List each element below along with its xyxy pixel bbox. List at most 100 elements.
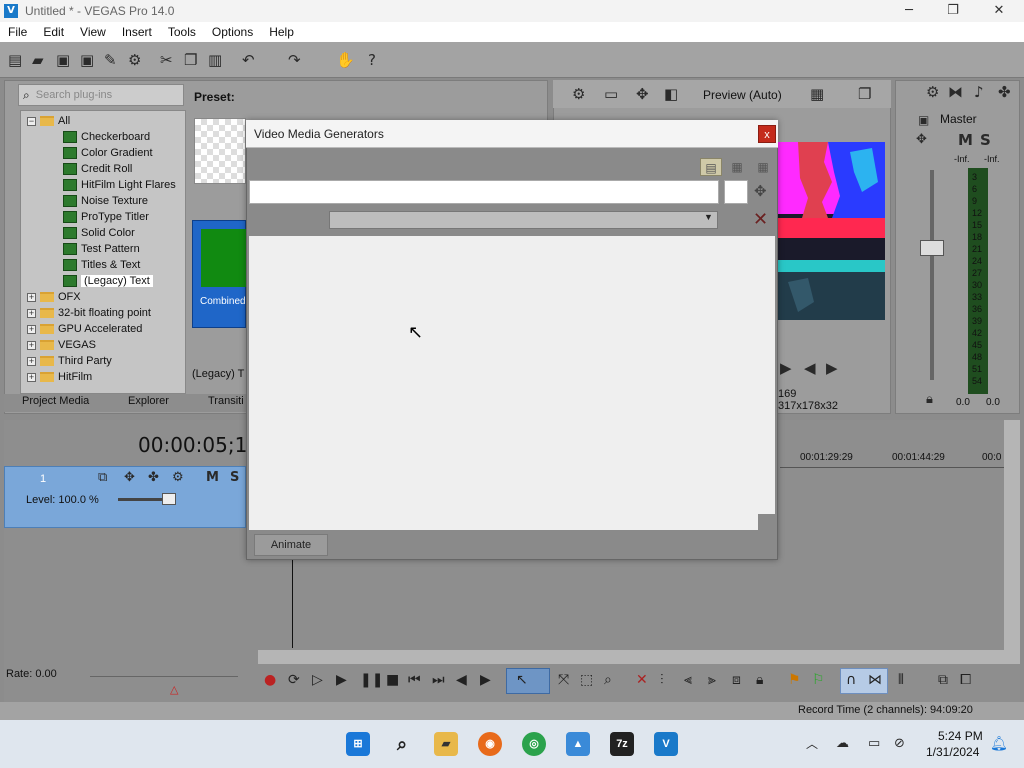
chevron-down-icon[interactable]: ▼ <box>704 212 713 222</box>
menu-help[interactable]: Help <box>261 25 302 39</box>
event-pan-crop-icon[interactable]: ⧠ <box>960 672 971 688</box>
tree-item-plugin[interactable]: Solid Color <box>63 225 135 241</box>
delete-icon[interactable]: ✕ <box>636 672 648 688</box>
dim-output-icon[interactable]: ♪ <box>974 84 984 100</box>
external-monitor-icon[interactable]: ▭ <box>604 86 618 102</box>
tree-item-plugin-selected[interactable]: (Legacy) Text <box>63 273 153 289</box>
previous-frame-icon[interactable]: ◀ <box>456 672 467 688</box>
redo-icon[interactable]: ↷ <box>288 52 301 68</box>
overlays-grid-icon[interactable]: ▦ <box>810 86 824 102</box>
tree-item-plugin[interactable]: Color Gradient <box>63 145 153 161</box>
animate-button[interactable]: Animate <box>254 534 328 556</box>
preview-settings-gear-icon[interactable]: ⚙ <box>572 86 585 102</box>
open-folder-icon[interactable]: ▰ <box>32 52 44 68</box>
expand-icon[interactable]: + <box>27 292 36 302</box>
preset-thumbnail[interactable] <box>194 118 246 184</box>
delete-preset-icon[interactable]: ✕ <box>753 209 768 230</box>
expand-icon[interactable]: + <box>27 340 36 350</box>
copy-icon[interactable]: ❐ <box>184 52 197 68</box>
prev-frame-icon[interactable]: ◀ <box>804 360 816 376</box>
track-gear-icon[interactable]: ⚙ <box>172 470 184 486</box>
search-icon[interactable]: ⌕ <box>390 732 414 756</box>
tree-item-plugin[interactable]: Credit Roll <box>63 161 132 177</box>
firefox-icon[interactable]: ◉ <box>478 732 502 756</box>
track-mute-button[interactable]: M <box>206 470 219 486</box>
playhead-cursor[interactable] <box>292 560 293 648</box>
vertical-scrollbar[interactable] <box>1004 420 1020 650</box>
tab-explorer[interactable]: Explorer <box>128 395 169 407</box>
tree-item-folder[interactable]: + Third Party <box>27 353 112 369</box>
rate-marker-icon[interactable]: △ <box>170 682 178 698</box>
tree-item-folder[interactable]: + OFX <box>27 289 81 305</box>
photos-icon[interactable]: ▲ <box>566 732 590 756</box>
trim-end-icon[interactable]: ⫸ <box>708 672 716 688</box>
menu-insert[interactable]: Insert <box>114 25 160 39</box>
ignore-grouping-icon[interactable]: ⧉ <box>938 672 948 688</box>
new-file-icon[interactable]: ▤ <box>8 52 22 68</box>
selection-tool-icon[interactable]: ⬚ <box>580 672 593 688</box>
rate-slider[interactable] <box>90 676 238 677</box>
downmix-icon[interactable]: ⧓ <box>948 84 963 100</box>
chevron-up-icon[interactable]: ︿ <box>806 736 818 752</box>
track-motion-icon[interactable]: ⧉ <box>98 470 107 486</box>
tree-item-plugin[interactable]: Test Pattern <box>63 241 140 257</box>
track-solo-button[interactable]: S <box>230 470 239 486</box>
tree-item-plugin[interactable]: ProType Titler <box>63 209 149 225</box>
zoom-tool-icon[interactable]: ⌕ <box>604 672 612 688</box>
expand-icon[interactable]: + <box>27 372 36 382</box>
file-explorer-icon[interactable]: ▰ <box>434 732 458 756</box>
volume-muted-icon[interactable]: ⊘ <box>894 736 905 752</box>
menu-options[interactable]: Options <box>204 25 261 39</box>
details-view-icon[interactable]: ▦ <box>726 158 748 176</box>
tab-transitions[interactable]: Transiti <box>208 395 244 407</box>
grid-view-icon[interactable]: ▦ <box>752 158 774 176</box>
whats-this-icon[interactable]: ✋ <box>336 52 355 68</box>
normal-edit-tool-button[interactable] <box>506 668 550 694</box>
tree-item-plugin[interactable]: Titles & Text <box>63 257 140 273</box>
lock-icon[interactable]: 🔒︎ <box>926 392 933 408</box>
render-icon[interactable]: ✎ <box>104 52 117 68</box>
video-output-fx-icon[interactable]: ◧ <box>664 86 678 102</box>
trim-start-icon[interactable]: ⫷ <box>684 672 692 688</box>
split-screen-icon[interactable]: ✥ <box>636 86 649 102</box>
lock-event-icon[interactable]: 🔒︎ <box>756 672 763 688</box>
save-as-icon[interactable]: ▣ <box>80 52 94 68</box>
preset-thumbnail-selected[interactable] <box>192 220 247 328</box>
expand-icon[interactable]: + <box>27 324 36 334</box>
undo-icon[interactable]: ↶ <box>242 52 255 68</box>
dialog-content-area[interactable] <box>249 236 758 530</box>
preset-extra-field[interactable] <box>724 180 748 204</box>
list-view-icon[interactable]: ▤ <box>700 158 722 176</box>
chrome-icon[interactable]: ◎ <box>522 732 546 756</box>
collapse-icon[interactable]: − <box>27 116 36 126</box>
go-to-start-icon[interactable]: ⏮︎ <box>408 672 421 688</box>
tree-item-plugin[interactable]: Checkerboard <box>63 129 150 145</box>
clock-time[interactable]: 5:24 PM <box>938 729 983 743</box>
save-icon[interactable]: ▣ <box>56 52 70 68</box>
insert-marker-icon[interactable]: ⚑ <box>788 672 801 688</box>
play-from-start-icon[interactable]: ▷ <box>312 672 323 688</box>
save-preset-icon[interactable]: ✥ <box>754 182 767 200</box>
expand-icon[interactable]: + <box>27 308 36 318</box>
tree-item-plugin[interactable]: Noise Texture <box>63 193 148 209</box>
solo-button[interactable]: S <box>980 132 991 148</box>
mute-button[interactable]: M <box>958 132 973 148</box>
close-button[interactable]: ✕ <box>976 0 1022 22</box>
menu-file[interactable]: File <box>0 25 35 39</box>
tree-item-folder[interactable]: + HitFilm <box>27 369 92 385</box>
next-frame-icon[interactable]: ▶ <box>480 672 491 688</box>
vegas-pro-taskbar-icon[interactable]: V <box>654 732 678 756</box>
go-to-end-icon[interactable]: ⏭︎ <box>432 672 445 688</box>
notification-bell-icon[interactable]: 🔔︎ <box>990 736 1008 752</box>
master-settings-gear-icon[interactable]: ⚙ <box>926 84 939 100</box>
network-icon[interactable]: ▭ <box>868 736 880 752</box>
play-icon[interactable]: ▶ <box>780 360 792 376</box>
menu-view[interactable]: View <box>72 25 114 39</box>
next-frame-icon[interactable]: ▶ <box>826 360 838 376</box>
record-icon[interactable]: ● <box>264 672 276 688</box>
expand-icon[interactable]: + <box>27 356 36 366</box>
envelope-tool-icon[interactable]: ⤧ <box>558 672 569 688</box>
preset-dropdown[interactable] <box>329 211 718 229</box>
play-icon[interactable]: ▶ <box>336 672 347 688</box>
loop-icon[interactable]: ⟳ <box>288 672 300 688</box>
